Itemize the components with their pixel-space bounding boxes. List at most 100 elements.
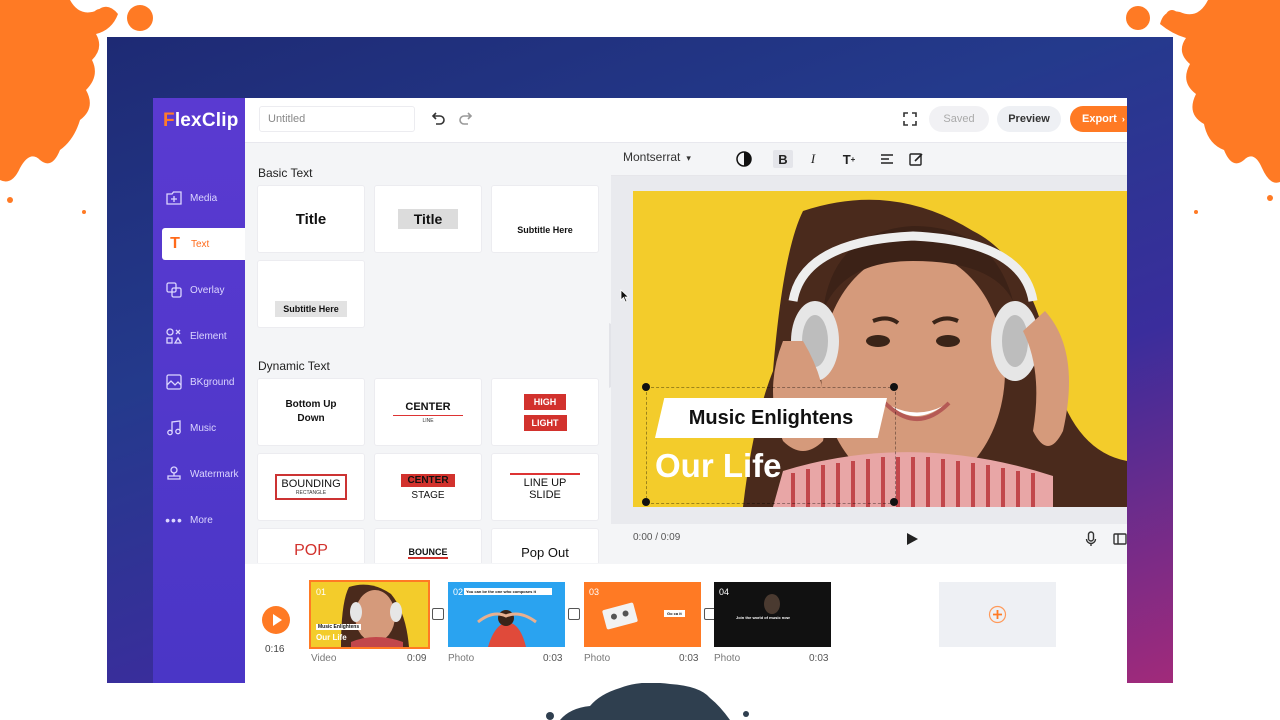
- timeline-clip[interactable]: 04 Join the world of music now: [714, 582, 831, 647]
- dynamic-text-card[interactable]: BOUNDING RECTANGLE: [258, 454, 364, 520]
- clip-number: 01: [316, 587, 327, 597]
- dynamic-text-card[interactable]: Pop Out: [492, 529, 598, 563]
- clip-duration: 0:09: [407, 653, 427, 664]
- bold-icon[interactable]: B: [773, 150, 793, 168]
- playback-time: 0:00 / 0:09: [633, 532, 681, 543]
- text-size-icon[interactable]: T +: [839, 150, 859, 168]
- basic-text-heading: Basic Text: [258, 166, 313, 180]
- clip-type: Video: [311, 653, 337, 664]
- chevron-down-icon: ›: [1121, 114, 1125, 124]
- sidebar-item-text[interactable]: T Text: [162, 228, 245, 260]
- headline-banner[interactable]: Music Enlightens: [655, 398, 887, 438]
- basic-text-card[interactable]: Title: [258, 186, 364, 252]
- plus-icon: [988, 605, 1007, 624]
- dynamic-text-card[interactable]: HIGH LIGHT: [492, 379, 598, 445]
- basic-text-card[interactable]: Subtitle Here: [258, 261, 364, 327]
- text-toolbar: Montserrat ▾ B I T +: [611, 143, 1127, 176]
- sidebar-item-more[interactable]: ••• More: [153, 504, 245, 536]
- dynamic-text-heading: Dynamic Text: [258, 359, 330, 373]
- timeline-clip[interactable]: 03 Go ca it: [584, 582, 701, 647]
- top-bar: Saved Preview Export›: [245, 98, 1127, 143]
- dynamic-text-card[interactable]: CENTER STAGE: [375, 454, 481, 520]
- music-icon: [165, 419, 183, 437]
- clip-number: 04: [719, 587, 730, 597]
- subline-text[interactable]: Our Life: [655, 447, 782, 485]
- clip-type: Photo: [584, 653, 611, 664]
- edit-icon[interactable]: [909, 152, 924, 167]
- selection-handle[interactable]: [642, 498, 650, 506]
- center-line-rule: [393, 414, 463, 416]
- selection-handle[interactable]: [642, 383, 650, 391]
- selection-handle[interactable]: [890, 383, 898, 391]
- sidebar-item-media[interactable]: Media: [153, 182, 245, 214]
- dynamic-text-card[interactable]: POP: [258, 529, 364, 563]
- contrast-icon[interactable]: [736, 151, 752, 167]
- font-family-select[interactable]: Montserrat ▾: [623, 150, 691, 164]
- flexclip-logo[interactable]: FlexClip: [163, 110, 239, 132]
- transition-icon[interactable]: [432, 608, 444, 620]
- project-title-input[interactable]: [259, 106, 415, 132]
- clip-type: Photo: [448, 653, 475, 664]
- flexclip-editor: FlexClip Media T Text Overlay Element BK…: [153, 98, 1127, 683]
- line-up-rule: [510, 473, 580, 475]
- element-icon: [165, 327, 183, 345]
- sidebar-item-bkground[interactable]: BKground: [153, 366, 245, 398]
- timeline-clip[interactable]: 01 Music Enlightens Our Life: [309, 580, 430, 649]
- preview-stage: Music Enlightens Our Life: [611, 176, 1127, 524]
- clip-duration: 0:03: [809, 653, 829, 664]
- watermark-icon: [165, 465, 183, 483]
- saved-button[interactable]: Saved: [929, 106, 989, 132]
- mouse-cursor-icon: [620, 289, 630, 303]
- sidebar-item-music[interactable]: Music: [153, 412, 245, 444]
- italic-icon[interactable]: I: [803, 150, 823, 168]
- play-icon[interactable]: [905, 532, 919, 546]
- clip-duration: 0:03: [679, 653, 699, 664]
- dynamic-text-card[interactable]: LINE UP SLIDE: [492, 454, 598, 520]
- dark-splat-bottom: [546, 682, 749, 720]
- fullscreen-icon[interactable]: [901, 110, 919, 128]
- add-clip-button[interactable]: [939, 582, 1056, 647]
- play-icon: [273, 614, 282, 626]
- background-icon: [165, 373, 183, 391]
- microphone-icon[interactable]: [1085, 531, 1097, 547]
- dynamic-text-card[interactable]: BOUNCE: [375, 529, 481, 563]
- sidebar: FlexClip Media T Text Overlay Element BK…: [153, 98, 245, 683]
- timeline-clip[interactable]: 02 You can be the one who composes it: [448, 582, 565, 647]
- timeline-play-button[interactable]: [262, 606, 290, 634]
- dynamic-text-card[interactable]: Bottom Up Down: [258, 379, 364, 445]
- sidebar-item-element[interactable]: Element: [153, 320, 245, 352]
- playback-row: 0:00 / 0:09: [611, 524, 1127, 564]
- aspect-ratio-icon[interactable]: [1113, 533, 1127, 545]
- media-icon: [165, 189, 183, 207]
- export-button[interactable]: Export ›: [1070, 106, 1127, 132]
- overlay-icon: [165, 281, 183, 299]
- clip-caption: Our Life: [316, 633, 347, 642]
- clip-duration: 0:03: [543, 653, 563, 664]
- clip-caption: You can be the one who composes it: [464, 588, 552, 595]
- sidebar-item-overlay[interactable]: Overlay: [153, 274, 245, 306]
- more-icon: •••: [165, 512, 183, 528]
- clip-caption: Music Enlightens: [316, 624, 362, 630]
- timeline: 0:16 01 Music Enlightens Our Life Video …: [245, 564, 1127, 683]
- transition-icon[interactable]: [568, 608, 580, 620]
- selection-handle[interactable]: [890, 498, 898, 506]
- align-left-icon[interactable]: [880, 153, 894, 165]
- clip-caption: Go ca it: [664, 610, 685, 617]
- chevron-down-icon: ▾: [686, 153, 691, 163]
- bounding-rectangle: BOUNDING RECTANGLE: [275, 474, 347, 500]
- text-panel: Basic Text Title Title Subtitle Here Sub…: [245, 143, 609, 563]
- sidebar-item-watermark[interactable]: Watermark: [153, 458, 245, 490]
- dynamic-text-card[interactable]: CENTER LINE: [375, 379, 481, 445]
- undo-icon[interactable]: [429, 110, 447, 128]
- clip-number: 03: [589, 587, 600, 597]
- basic-text-card[interactable]: Title: [375, 186, 481, 252]
- preview-button[interactable]: Preview: [997, 106, 1061, 132]
- text-icon: T: [170, 235, 180, 252]
- video-canvas[interactable]: Music Enlightens Our Life: [633, 191, 1127, 507]
- clip-type: Photo: [714, 653, 741, 664]
- basic-text-card[interactable]: Subtitle Here: [492, 186, 598, 252]
- clip-caption: Join the world of music now: [736, 615, 790, 620]
- timeline-total-duration: 0:16: [265, 644, 285, 655]
- clip-number: 02: [453, 587, 464, 597]
- redo-icon[interactable]: [457, 110, 475, 128]
